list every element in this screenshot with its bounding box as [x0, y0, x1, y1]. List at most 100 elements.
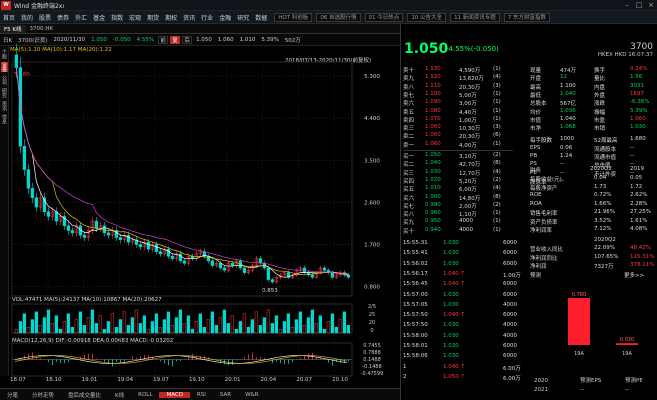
indicator-tab-分笔[interactable]: 分笔	[0, 391, 25, 399]
macd-tick-3: -0.1488	[362, 364, 381, 370]
menu-shortcut-5[interactable]: 7 东方财富指数	[503, 12, 551, 22]
volume-bar	[194, 321, 199, 334]
finance-row-5: 资产负债率 3.52% 1.61%	[530, 217, 655, 226]
y-tick-label-5: 0.800	[364, 285, 380, 291]
menu-shortcut-4[interactable]: 11 新闻资讯专题	[450, 12, 500, 22]
x-axis-labels: 18.07 18.10 19.01 19.04 19.07 19.10 20.01 20.04…	[10, 377, 380, 386]
indicator-tab-w&r[interactable]: W&R	[238, 392, 266, 398]
trade-volume: 6000	[503, 343, 517, 349]
trade-time: 15:57:50	[403, 312, 428, 319]
volume-bar	[14, 328, 19, 334]
volume-bar	[86, 317, 91, 334]
finance-row-6: 净利润率 7.12% 4.08%	[530, 226, 655, 234]
ask-label: 卖八	[403, 84, 415, 91]
trade-row-11: 15:58:06 1.030 6000	[403, 353, 528, 360]
candle-body	[138, 244, 143, 248]
candle-body	[30, 188, 35, 198]
ask-row-4: 卖六 1.090 3,00万 (1)	[403, 99, 513, 107]
stat-key-2: 内盘	[594, 84, 606, 91]
stat-key: 市净	[530, 126, 542, 133]
bid-price: 0.950	[425, 218, 441, 225]
volume-bar	[154, 313, 159, 334]
candle-body	[146, 241, 151, 250]
volume-bar	[42, 317, 47, 334]
fin2-a: 107.65%	[594, 253, 619, 260]
candle-body	[34, 197, 39, 208]
indicator-tab-盘后成交量比[interactable]: 盘后成交量比	[61, 391, 108, 399]
trade-time: 15:58:00	[403, 332, 428, 339]
stat-row-1: 开盘 12 量比 1.56	[530, 74, 655, 83]
maximize-icon[interactable]: □	[633, 1, 645, 9]
finance-row-1: 每股净资产 1.73 1.72	[530, 184, 655, 192]
indicator-tab-macd[interactable]: MACD	[159, 391, 190, 398]
fin-key: PB	[530, 153, 538, 159]
indicator-tab-k线[interactable]: K线	[108, 391, 131, 399]
bid-volume: 6,00万	[459, 187, 477, 194]
indicator-tab-sar[interactable]: SAR	[213, 392, 238, 398]
indicator-tab-rsi[interactable]: RSI	[190, 392, 213, 398]
trade-time: 1	[403, 363, 407, 370]
minimize-icon[interactable]: –	[621, 1, 633, 9]
bid-price: 0.990	[425, 201, 441, 208]
bid-volume: 3,10万	[459, 154, 477, 160]
stat-key-2: 量比	[594, 76, 606, 83]
bid-price: 1.010	[425, 185, 441, 192]
ask-row-2: 卖八 1.110 20,30万 (3)	[403, 82, 513, 91]
candle-body	[170, 255, 175, 259]
volume-bar	[50, 323, 55, 334]
ask-volume: 4,590万	[459, 68, 481, 74]
ask-price: 1.100	[425, 90, 441, 97]
volume-bar	[38, 325, 43, 334]
trade-volume: 6000	[503, 291, 517, 298]
fin-row-a: 3.52%	[594, 217, 612, 224]
volume-bar	[90, 309, 95, 334]
fin-key: EPS	[530, 144, 541, 151]
fin-key-2: 52周最高	[594, 138, 618, 145]
volume-bar	[58, 328, 63, 334]
ask-count: (4)	[493, 74, 501, 81]
fin-row-key: 每股收益(元)	[530, 177, 562, 183]
candle-body	[330, 272, 335, 278]
fin-stat-row-2: PB 1.24 流通市值 --	[530, 153, 655, 161]
indicator-tab-分时走势[interactable]: 分时走势	[25, 391, 61, 399]
menu-shortcut-3[interactable]: 10 公告大全	[407, 12, 447, 22]
volume-bar	[70, 326, 75, 334]
ask-label: 卖七	[403, 92, 415, 99]
volume-bar	[326, 321, 331, 334]
trade-price: 1.030	[443, 322, 459, 329]
finance2-row-2: 净利润 7327万 378.11%	[530, 262, 655, 270]
ask-count: (1)	[493, 107, 501, 114]
bid-label: 买五	[403, 187, 415, 194]
trade-volume: 6.00万	[503, 375, 521, 382]
trade-row-3: 15:56:17 1.040 ↑ 1.00万	[403, 271, 528, 279]
x-tick-label-6: 20.01	[224, 377, 241, 383]
fin-row-key: 销售毛利率	[530, 211, 558, 217]
bid-price: 1.030	[425, 168, 441, 175]
volume-bar	[102, 328, 107, 334]
ask-price: 1.110	[425, 82, 441, 89]
bid-row-0: 买一 1.050 3,10万 (2)	[403, 152, 513, 160]
trade-price: 1.030	[443, 343, 459, 349]
ask-volume: 1,00万	[459, 117, 477, 124]
volume-bar	[34, 311, 39, 334]
candle-body	[154, 244, 159, 252]
kline-chart[interactable]: 5.300 4.400 3.500 2.600 1.700 0.800 2/5 25 20 0 0.…	[0, 0, 400, 400]
finance-header2: 2020Q2	[530, 237, 655, 244]
fin-row-a: 21.96%	[594, 209, 615, 215]
fin-key-2: 流通股本	[594, 146, 617, 153]
trade-row-6: 15:57:05 1.030 4000	[403, 302, 528, 309]
x-tick-label-8: 20.07	[296, 377, 313, 383]
stat-value-2: -6.36%	[630, 99, 650, 106]
volume-bar	[290, 326, 295, 334]
x-tick-label-7: 20.04	[260, 377, 277, 383]
stat-key-2: 市盈	[594, 117, 606, 124]
candle-body	[166, 248, 171, 257]
close-icon[interactable]: ×	[645, 1, 657, 9]
candle-body	[70, 230, 75, 234]
ask-price: 1.080	[425, 107, 441, 114]
ask-volume: 13,620万	[459, 76, 484, 83]
vol-tick-0: 2/5	[368, 304, 376, 310]
indicator-tab-roll[interactable]: ROLL	[131, 392, 159, 398]
bid-volume: 2,00万	[459, 203, 477, 210]
stat-row-3: 最低 1.040 外盘 1697	[530, 91, 655, 99]
